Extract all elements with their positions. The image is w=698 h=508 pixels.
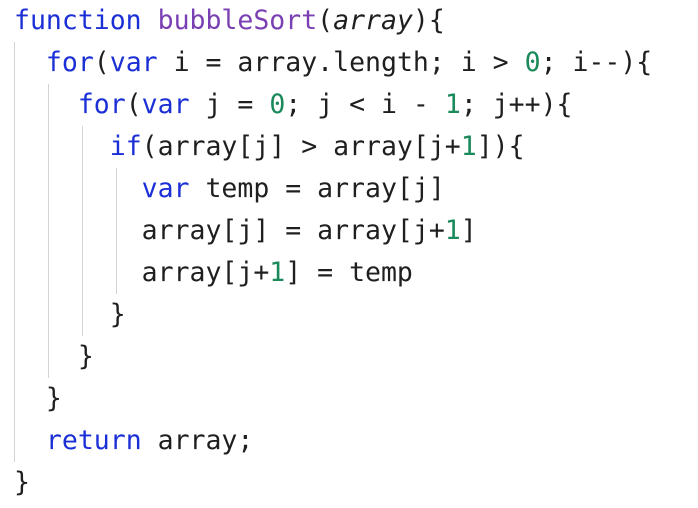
code-line: for(var i = array.length; i > 0; i--){: [14, 42, 652, 84]
code-token: for: [77, 89, 126, 120]
code-token: array;: [141, 425, 254, 456]
code-token: }: [14, 299, 126, 330]
code-line: array[j] = array[j+1]: [14, 210, 477, 252]
code-token: array: [333, 5, 413, 36]
code-token: j =: [189, 89, 270, 120]
code-token: var: [141, 89, 190, 120]
code-token: return: [45, 425, 142, 456]
code-token: ){: [412, 5, 445, 36]
code-editor[interactable]: function bubbleSort(array){ for(var i = …: [0, 0, 698, 508]
code-token: temp = array[j]: [189, 173, 445, 204]
code-token: array[j] = array[j+: [14, 215, 445, 246]
code-line: return array;: [14, 420, 253, 462]
code-token: array[j+: [14, 257, 270, 288]
code-token: ] = temp: [285, 257, 413, 288]
code-line: }: [14, 294, 126, 336]
code-token: (: [93, 47, 110, 78]
code-line: if(array[j] > array[j+1]){: [14, 126, 525, 168]
code-token: ]: [460, 215, 477, 246]
code-token: 1: [460, 131, 477, 162]
code-token: function: [14, 5, 142, 36]
code-token: (array[j] > array[j+: [141, 131, 461, 162]
code-line: var temp = array[j]: [14, 168, 445, 210]
code-token: (: [317, 5, 334, 36]
code-token: i = array.length; i >: [157, 47, 525, 78]
code-token: 0: [524, 47, 541, 78]
code-token: }: [14, 341, 94, 372]
code-token: }: [14, 383, 62, 414]
code-token: 0: [269, 89, 286, 120]
code-token: 1: [269, 257, 286, 288]
code-line: }: [14, 378, 62, 420]
code-token: ; j < i -: [285, 89, 445, 120]
code-line: function bubbleSort(array){: [14, 0, 445, 42]
code-line: }: [14, 336, 94, 378]
code-line: array[j+1] = temp: [14, 252, 413, 294]
code-token: 1: [444, 215, 461, 246]
code-token: var: [141, 173, 190, 204]
code-token: var: [109, 47, 158, 78]
code-token: if: [109, 131, 142, 162]
code-token: 1: [444, 89, 461, 120]
code-token: for: [45, 47, 94, 78]
code-token: bubbleSort: [157, 5, 318, 36]
code-line: for(var j = 0; j < i - 1; j++){: [14, 84, 573, 126]
code-token: }: [14, 467, 30, 498]
code-token: ; i--){: [540, 47, 653, 78]
code-token: (: [125, 89, 142, 120]
code-token: ]){: [476, 131, 525, 162]
code-token: ; j++){: [460, 89, 573, 120]
code-line: }: [14, 462, 30, 504]
